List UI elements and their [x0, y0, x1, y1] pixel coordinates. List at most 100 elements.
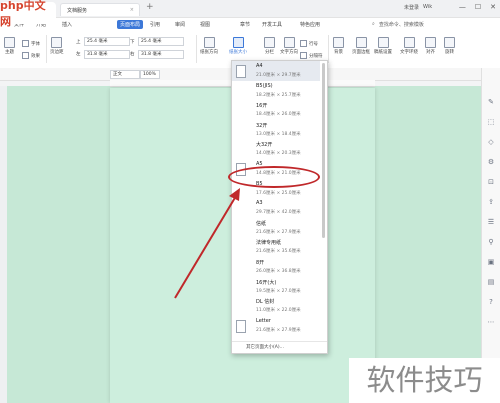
page-border-button-label: 页面边框 [352, 50, 370, 55]
align-button-label: 对齐 [426, 50, 435, 55]
paper-size-option[interactable]: A3 29.7厘米 × 42.0厘米 [232, 198, 320, 218]
paper-size-dimensions: 21.6厘米 × 27.9厘米 [256, 327, 301, 333]
select-icon[interactable]: ⬚ [487, 118, 495, 126]
command-search-label: 查找命令、搜索模板 [378, 22, 424, 28]
columns-button[interactable]: 分栏 [264, 37, 275, 55]
more-paper-sizes-button[interactable]: 其它页面大小(A)... [232, 341, 327, 353]
close-tab-icon[interactable]: × [130, 7, 134, 13]
chart-icon[interactable]: ▤ [487, 278, 495, 286]
paper-size-option[interactable]: 法律专用纸 21.6厘米 × 35.6厘米 [232, 237, 320, 257]
background-icon [333, 37, 344, 48]
menu-section[interactable]: 章节 [240, 21, 250, 28]
user-name[interactable]: Wik [423, 4, 432, 11]
more-icon[interactable]: ⋯ [487, 318, 495, 326]
paper-size-name: 8开 [256, 259, 265, 266]
paper-size-name: 32开 [256, 122, 268, 129]
toolbar-divider [196, 35, 197, 63]
theme-button-label: 主题 [5, 50, 14, 55]
minimize-icon[interactable]: — [459, 3, 466, 11]
align-button[interactable]: 对齐 [425, 37, 436, 55]
document-tab[interactable]: 文档服务 × [60, 3, 140, 16]
orientation-icon [203, 37, 215, 48]
style-icon[interactable]: ⚙ [487, 158, 495, 166]
paper-size-dropdown: A4 21.0厘米 × 29.7厘米 B5(JIS) 18.2厘米 × 25.7厘米 1… [231, 60, 328, 354]
menu-view[interactable]: 视图 [200, 21, 210, 28]
command-search[interactable]: ⌕ 查找命令、搜索模板 [372, 21, 424, 28]
paper-size-option[interactable]: 16开 18.4厘米 × 26.0厘米 [232, 100, 320, 120]
menu-review[interactable]: 审阅 [175, 21, 185, 28]
paper-size-name: 16开(大) [256, 279, 277, 286]
pen-icon[interactable]: ✎ [487, 98, 495, 106]
paper-size-option[interactable]: DL 信封 11.0厘米 × 22.0厘米 [232, 296, 320, 316]
paper-size-name: 大32开 [256, 142, 273, 149]
menu-references[interactable]: 引用 [150, 21, 160, 28]
paper-size-option[interactable]: 8开 26.0厘米 × 36.8厘米 [232, 257, 320, 277]
maximize-icon[interactable]: ☐ [475, 3, 481, 11]
draft-paper-button[interactable]: 稿纸设置 [374, 37, 392, 55]
paper-size-option[interactable]: 大32开 14.0厘米 × 20.3厘米 [232, 139, 320, 159]
paper-size-name: 16开 [256, 103, 268, 110]
user-area: 未登录 Wik [404, 4, 432, 11]
paper-size-option[interactable]: 32开 13.0厘米 × 18.4厘米 [232, 120, 320, 140]
top-margin-label: 上 [76, 40, 81, 45]
orientation-button-label: 纸张方向 [200, 50, 218, 55]
orientation-button[interactable]: 纸张方向 [200, 37, 218, 55]
paper-size-dimensions: 18.4厘米 × 26.0厘米 [256, 112, 301, 118]
style-select[interactable]: 正文 [110, 70, 140, 79]
paper-size-name: Letter [256, 317, 271, 324]
close-icon[interactable]: ✕ [490, 3, 496, 11]
background-button[interactable]: 背景 [333, 37, 344, 55]
effects-button-label: 效果 [31, 53, 40, 59]
effects-button[interactable]: 效果 [22, 52, 40, 59]
paper-size-option[interactable]: B5(JIS) 18.2厘米 × 25.7厘米 [232, 81, 320, 101]
menu-bar: 文件 开始 插入 页面布局 引用 审阅 视图 章节 开发工具 特色应用 ⌕ 查找命… [0, 18, 500, 33]
align-icon [425, 37, 436, 48]
watermark-text: 软件技巧 [349, 358, 500, 403]
bottom-margin-field[interactable]: 25.4 毫米 [138, 37, 184, 46]
help-icon[interactable]: ? [487, 298, 495, 306]
theme-button[interactable]: 主题 [4, 37, 15, 55]
new-tab-icon[interactable]: + [146, 2, 154, 12]
search-icon: ⌕ [372, 21, 375, 27]
dropdown-scrollbar[interactable] [322, 63, 325, 238]
menu-special[interactable]: 特色应用 [300, 21, 320, 28]
breaks-button[interactable]: 分隔符 [300, 52, 323, 59]
paper-size-button[interactable]: 纸张大小 [229, 37, 247, 55]
page-border-icon [355, 37, 367, 48]
right-margin-field[interactable]: 31.8 毫米 [138, 50, 184, 59]
paper-size-name: A3 [256, 200, 263, 207]
bottom-margin-label: 下 [130, 40, 135, 45]
paper-size-name: DL 信封 [256, 299, 275, 306]
left-margin-field[interactable]: 31.8 毫米 [84, 50, 130, 59]
line-numbers-button[interactable]: 行号 [300, 40, 318, 47]
image-icon[interactable]: ▣ [487, 258, 495, 266]
zoom-select[interactable]: 100% [140, 70, 160, 79]
rotate-button[interactable]: 旋转 [444, 37, 455, 55]
share-icon[interactable]: ⇪ [487, 198, 495, 206]
paper-size-icon [232, 37, 244, 48]
paper-size-option[interactable]: Letter 21.6厘米 × 27.9厘米 [232, 316, 320, 336]
menu-insert[interactable]: 插入 [62, 21, 72, 28]
effects-icon [22, 52, 29, 59]
tool-icon[interactable]: ⊡ [487, 178, 495, 186]
draft-paper-button-label: 稿纸设置 [374, 50, 392, 55]
columns-icon [264, 37, 275, 48]
font-button[interactable]: 字体 [22, 40, 40, 47]
settings-icon[interactable]: ☰ [487, 218, 495, 226]
paper-size-option[interactable]: 信纸 21.6厘米 × 27.9厘米 [232, 218, 320, 238]
menu-developer[interactable]: 开发工具 [262, 21, 282, 28]
paper-size-button-label: 纸张大小 [229, 50, 247, 55]
page-border-button[interactable]: 页面边框 [352, 37, 370, 55]
paper-size-option[interactable]: 16开(大) 19.5厘米 × 27.0厘米 [232, 277, 320, 297]
highlight-oval-annotation [228, 166, 320, 188]
text-direction-button[interactable]: 文字方向 [280, 37, 298, 55]
top-margin-field[interactable]: 25.4 毫米 [84, 37, 130, 46]
text-wrap-button[interactable]: 文字环绕 [400, 37, 418, 55]
pin-icon[interactable]: ⚲ [487, 238, 495, 246]
shape-icon[interactable]: ◇ [487, 138, 495, 146]
paper-size-dimensions: 29.7厘米 × 42.0厘米 [256, 210, 301, 216]
margins-button[interactable]: 页边距 [50, 37, 64, 55]
paper-size-option[interactable]: A4 21.0厘米 × 29.7厘米 [232, 61, 320, 81]
user-label[interactable]: 未登录 [404, 4, 419, 11]
menu-page-layout[interactable]: 页面布局 [117, 20, 144, 29]
